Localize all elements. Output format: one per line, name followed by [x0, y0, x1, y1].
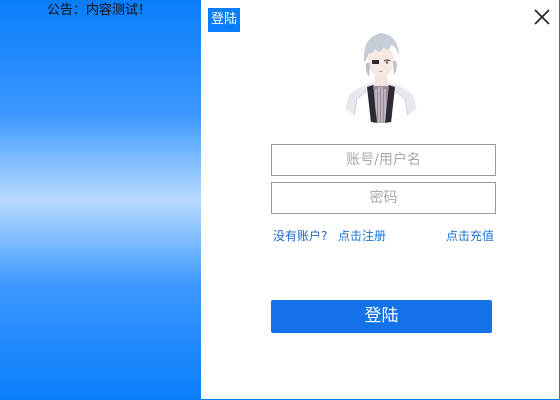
login-button[interactable]: 登陆	[271, 300, 492, 333]
register-link[interactable]: 点击注册	[338, 229, 386, 244]
login-window: 公告：内容测试！ 登陆 账号/用户名 没有账户? 点击注册 点击充值 登陆	[0, 0, 560, 400]
recharge-link[interactable]: 点击充值	[446, 229, 494, 244]
password-input[interactable]	[271, 182, 496, 214]
window-title: 登陆	[208, 8, 241, 32]
avatar-illustration	[331, 23, 431, 123]
notice-text: 公告：内容测试！	[47, 3, 152, 18]
login-panel: 登陆 账号/用户名 没有账户? 点击注册 点击充值 登陆	[201, 0, 560, 400]
close-icon	[534, 9, 550, 25]
notice-panel: 公告：内容测试！	[0, 0, 201, 400]
avatar	[331, 23, 431, 123]
close-button[interactable]	[531, 6, 553, 28]
account-input[interactable]	[271, 144, 496, 176]
no-account-text: 没有账户?	[273, 229, 328, 243]
